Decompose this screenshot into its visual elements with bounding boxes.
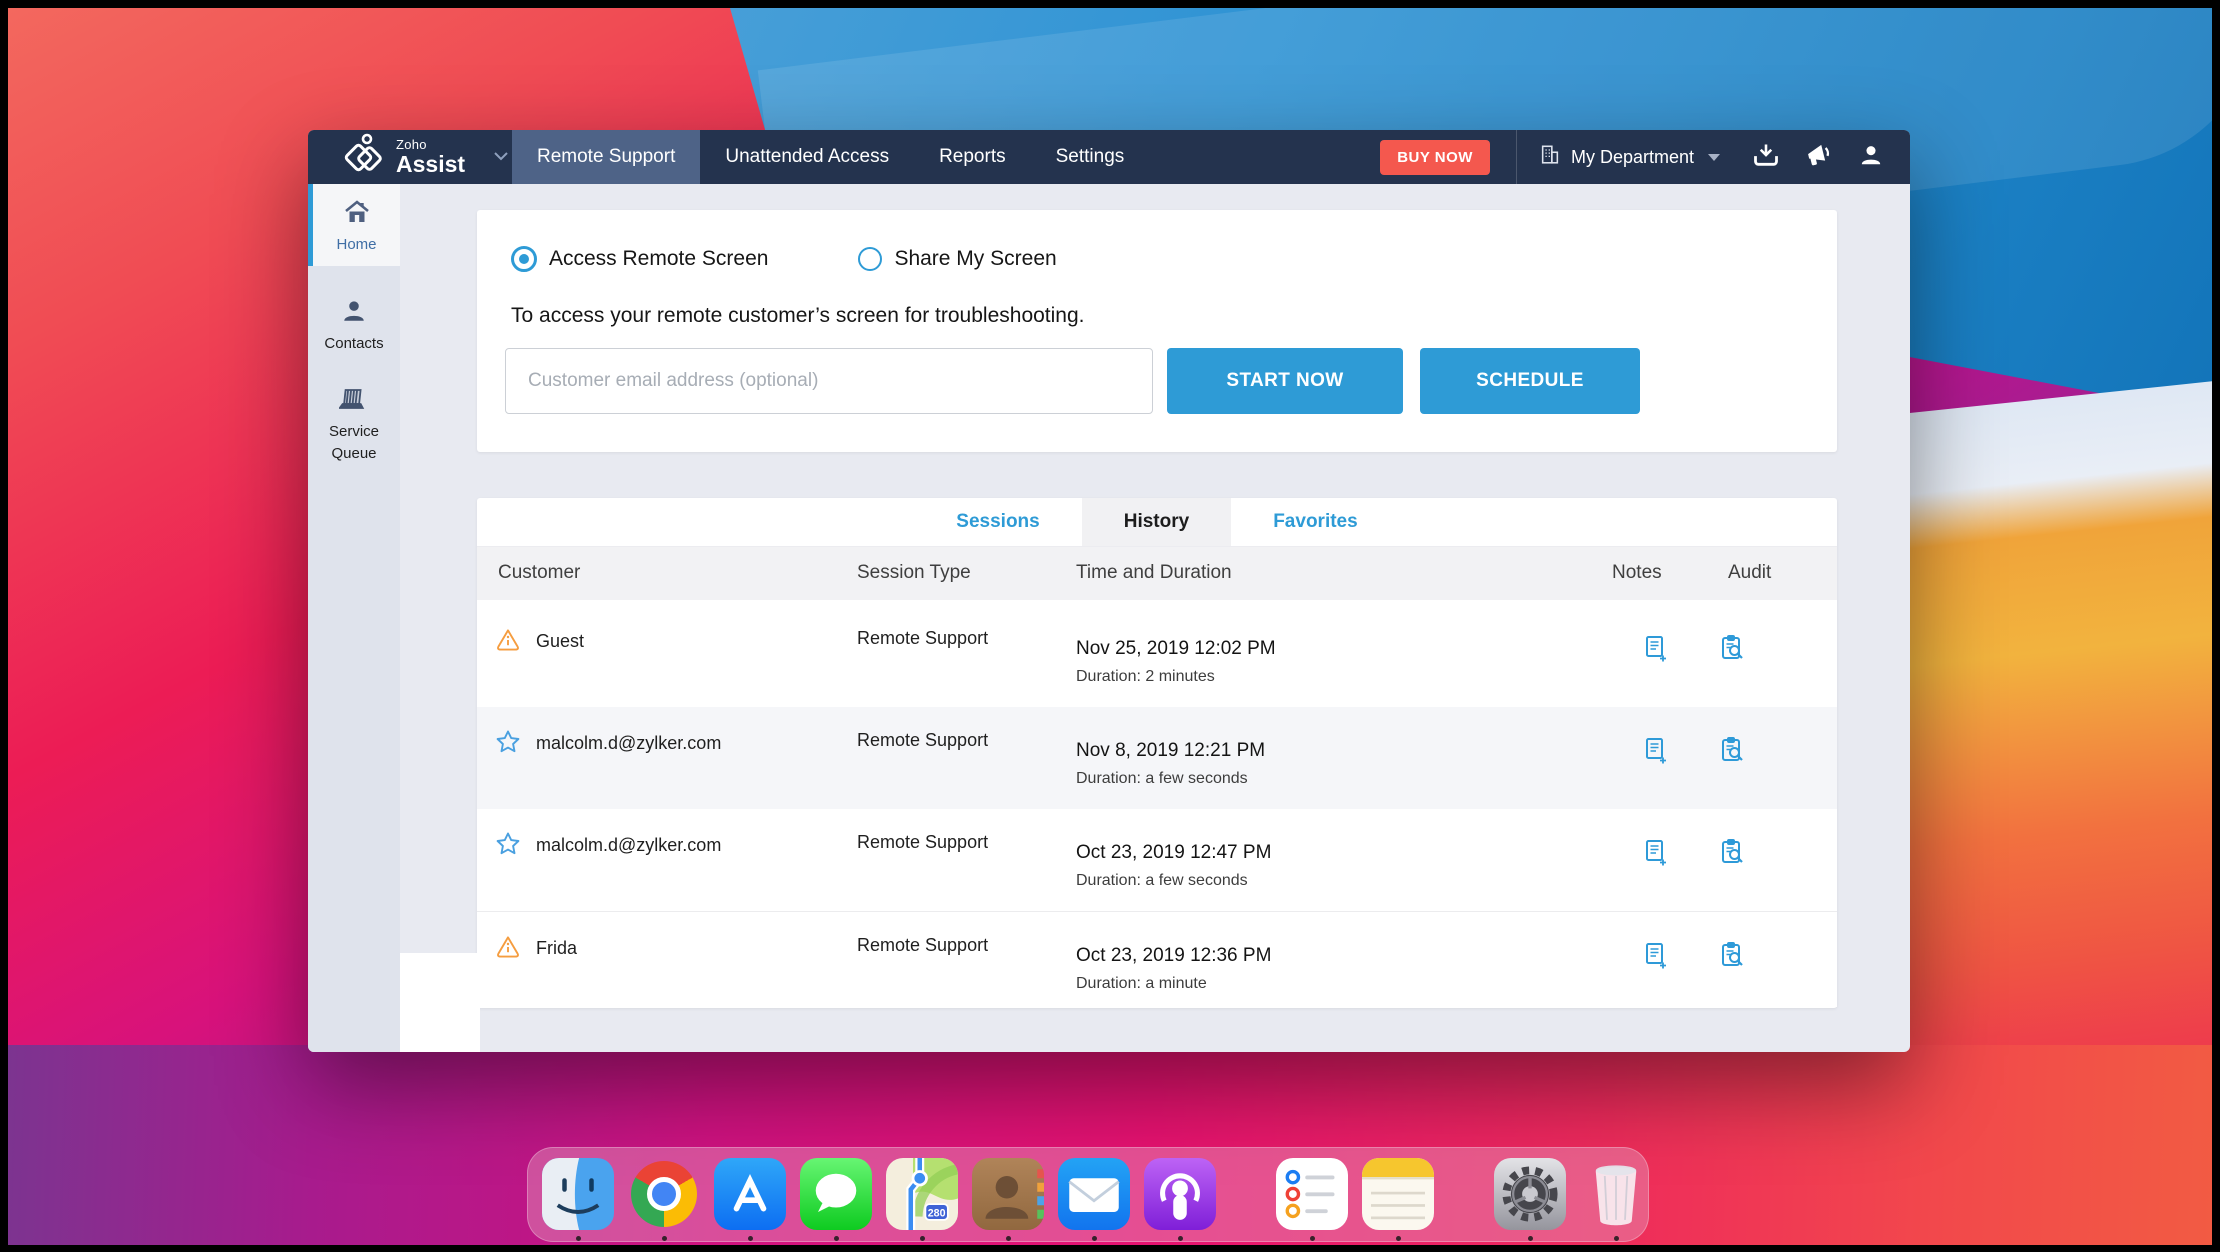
zoho-assist-logo[interactable]: Zoho Assist bbox=[308, 133, 512, 182]
service-queue-icon bbox=[337, 389, 369, 416]
nav-unattended-access[interactable]: Unattended Access bbox=[700, 130, 914, 184]
session-type: Remote Support bbox=[857, 730, 989, 750]
customer-name: Guest bbox=[536, 631, 585, 651]
session-time: Oct 23, 2019 12:36 PM bbox=[1076, 945, 1272, 966]
department-label: My Department bbox=[1570, 146, 1694, 167]
favorite-star-icon[interactable] bbox=[495, 729, 521, 760]
navbar-divider bbox=[1515, 130, 1517, 184]
sidebar-item-label: Home bbox=[336, 236, 377, 253]
department-icon bbox=[1539, 144, 1561, 171]
main-nav: Remote Support Unattended Access Reports… bbox=[512, 130, 1149, 184]
left-sidebar: Home Contacts Service Queue bbox=[308, 184, 400, 1052]
download-icon[interactable] bbox=[1752, 142, 1780, 173]
nav-settings[interactable]: Settings bbox=[1031, 130, 1150, 184]
tab-sessions[interactable]: Sessions bbox=[914, 498, 1081, 546]
customer-name: Frida bbox=[536, 938, 578, 958]
customer-name: malcolm.d@zylker.com bbox=[536, 835, 722, 855]
add-note-icon[interactable] bbox=[1643, 838, 1670, 872]
brand-zoho: Zoho bbox=[396, 137, 427, 152]
radio-access-remote-screen[interactable] bbox=[511, 246, 537, 272]
dock-contacts-icon[interactable] bbox=[971, 1158, 1045, 1241]
top-navbar: Zoho Assist Remote Support Unattended Ac… bbox=[308, 130, 1910, 184]
desktop-screen: Zoho Assist Remote Support Unattended Ac… bbox=[0, 0, 2220, 1252]
add-note-icon[interactable] bbox=[1643, 634, 1670, 668]
nav-reports[interactable]: Reports bbox=[914, 130, 1031, 184]
dock-app-store-icon[interactable] bbox=[713, 1158, 787, 1241]
radio-share-my-screen-label[interactable]: Share My Screen bbox=[894, 247, 1056, 271]
favorite-star-icon[interactable] bbox=[495, 831, 521, 862]
sidebar-item-label: Contacts bbox=[324, 335, 384, 352]
dock-mail-icon[interactable] bbox=[1057, 1158, 1131, 1241]
start-now-button[interactable]: START NOW bbox=[1167, 348, 1403, 414]
session-description: To access your remote customer’s screen … bbox=[511, 304, 1085, 327]
dock-notes-icon[interactable] bbox=[1361, 1158, 1435, 1241]
user-profile-icon[interactable] bbox=[1858, 142, 1884, 173]
table-row: malcolm.d@zylker.com Remote Support Nov … bbox=[477, 707, 1837, 809]
dock-trash-icon[interactable] bbox=[1579, 1158, 1653, 1241]
sidebar-item-home[interactable]: Home bbox=[308, 184, 400, 266]
session-time: Nov 8, 2019 12:21 PM bbox=[1076, 740, 1266, 761]
zoho-assist-logo-icon bbox=[344, 133, 386, 182]
col-notes: Notes bbox=[1612, 562, 1662, 583]
department-caret-icon bbox=[1708, 153, 1720, 161]
session-type: Remote Support bbox=[857, 628, 989, 648]
status-popup bbox=[400, 953, 480, 1052]
dock-system-preferences-icon[interactable] bbox=[1493, 1158, 1567, 1241]
add-note-icon[interactable] bbox=[1643, 941, 1670, 975]
department-selector[interactable]: My Department bbox=[1539, 144, 1720, 171]
customer-name: malcolm.d@zylker.com bbox=[536, 733, 722, 753]
col-audit: Audit bbox=[1728, 562, 1772, 583]
contacts-icon bbox=[341, 301, 367, 328]
radio-access-remote-screen-label[interactable]: Access Remote Screen bbox=[549, 247, 768, 271]
zoho-assist-window: Zoho Assist Remote Support Unattended Ac… bbox=[308, 130, 1910, 1052]
sessions-panel: Sessions History Favorites Customer Sess… bbox=[477, 498, 1837, 1008]
session-type: Remote Support bbox=[857, 935, 989, 955]
sessions-tab-bar: Sessions History Favorites bbox=[477, 498, 1837, 547]
dock-finder-icon[interactable] bbox=[541, 1158, 615, 1241]
col-customer: Customer bbox=[498, 562, 581, 583]
sidebar-item-label: Service Queue bbox=[328, 423, 380, 462]
alert-icon bbox=[495, 934, 521, 965]
dock-messages-icon[interactable] bbox=[799, 1158, 873, 1241]
session-type: Remote Support bbox=[857, 832, 989, 852]
session-duration: Duration: a minute bbox=[1076, 975, 1207, 992]
audit-icon[interactable] bbox=[1719, 736, 1747, 770]
dock-podcasts-icon[interactable] bbox=[1143, 1158, 1217, 1241]
col-time-duration: Time and Duration bbox=[1076, 562, 1232, 583]
macos-dock: 280 bbox=[527, 1147, 1649, 1242]
table-row: Guest Remote Support Nov 25, 2019 12:02 … bbox=[477, 605, 1837, 707]
buy-now-button[interactable]: BUY NOW bbox=[1380, 139, 1490, 175]
dock-maps-icon[interactable]: 280 bbox=[885, 1158, 959, 1241]
chevron-down-icon[interactable] bbox=[493, 148, 509, 166]
add-note-icon[interactable] bbox=[1643, 736, 1670, 770]
radio-share-my-screen[interactable] bbox=[858, 247, 883, 271]
alert-icon bbox=[495, 627, 521, 658]
sidebar-item-contacts[interactable]: Contacts bbox=[308, 284, 400, 368]
session-duration: Duration: 2 minutes bbox=[1076, 668, 1215, 685]
home-icon bbox=[343, 200, 371, 229]
session-time: Nov 25, 2019 12:02 PM bbox=[1076, 638, 1276, 659]
nav-remote-support[interactable]: Remote Support bbox=[512, 130, 701, 184]
start-session-panel: Access Remote Screen Share My Screen To … bbox=[477, 210, 1837, 452]
session-duration: Duration: a few seconds bbox=[1076, 872, 1248, 889]
session-time: Oct 23, 2019 12:47 PM bbox=[1076, 842, 1272, 863]
tab-favorites[interactable]: Favorites bbox=[1231, 498, 1399, 546]
schedule-button[interactable]: SCHEDULE bbox=[1420, 348, 1640, 414]
announcement-icon[interactable] bbox=[1804, 142, 1834, 173]
dock-chrome-icon[interactable] bbox=[627, 1158, 701, 1241]
maps-route-badge: 280 bbox=[928, 1208, 946, 1220]
brand-assist: Assist bbox=[396, 151, 466, 177]
audit-icon[interactable] bbox=[1719, 941, 1747, 975]
dock-reminders-icon[interactable] bbox=[1275, 1158, 1349, 1241]
table-row: malcolm.d@zylker.com Remote Support Oct … bbox=[477, 809, 1837, 911]
sidebar-item-service-queue[interactable]: Service Queue bbox=[308, 372, 400, 484]
table-header: Customer Session Type Time and Duration … bbox=[477, 547, 1837, 600]
tab-history[interactable]: History bbox=[1081, 498, 1232, 546]
audit-icon[interactable] bbox=[1719, 838, 1747, 872]
customer-email-input[interactable] bbox=[505, 348, 1153, 414]
audit-icon[interactable] bbox=[1719, 634, 1747, 668]
table-row: Frida Remote Support Oct 23, 2019 12:36 … bbox=[477, 911, 1837, 1007]
col-session-type: Session Type bbox=[857, 562, 971, 583]
session-duration: Duration: a few seconds bbox=[1076, 770, 1248, 787]
